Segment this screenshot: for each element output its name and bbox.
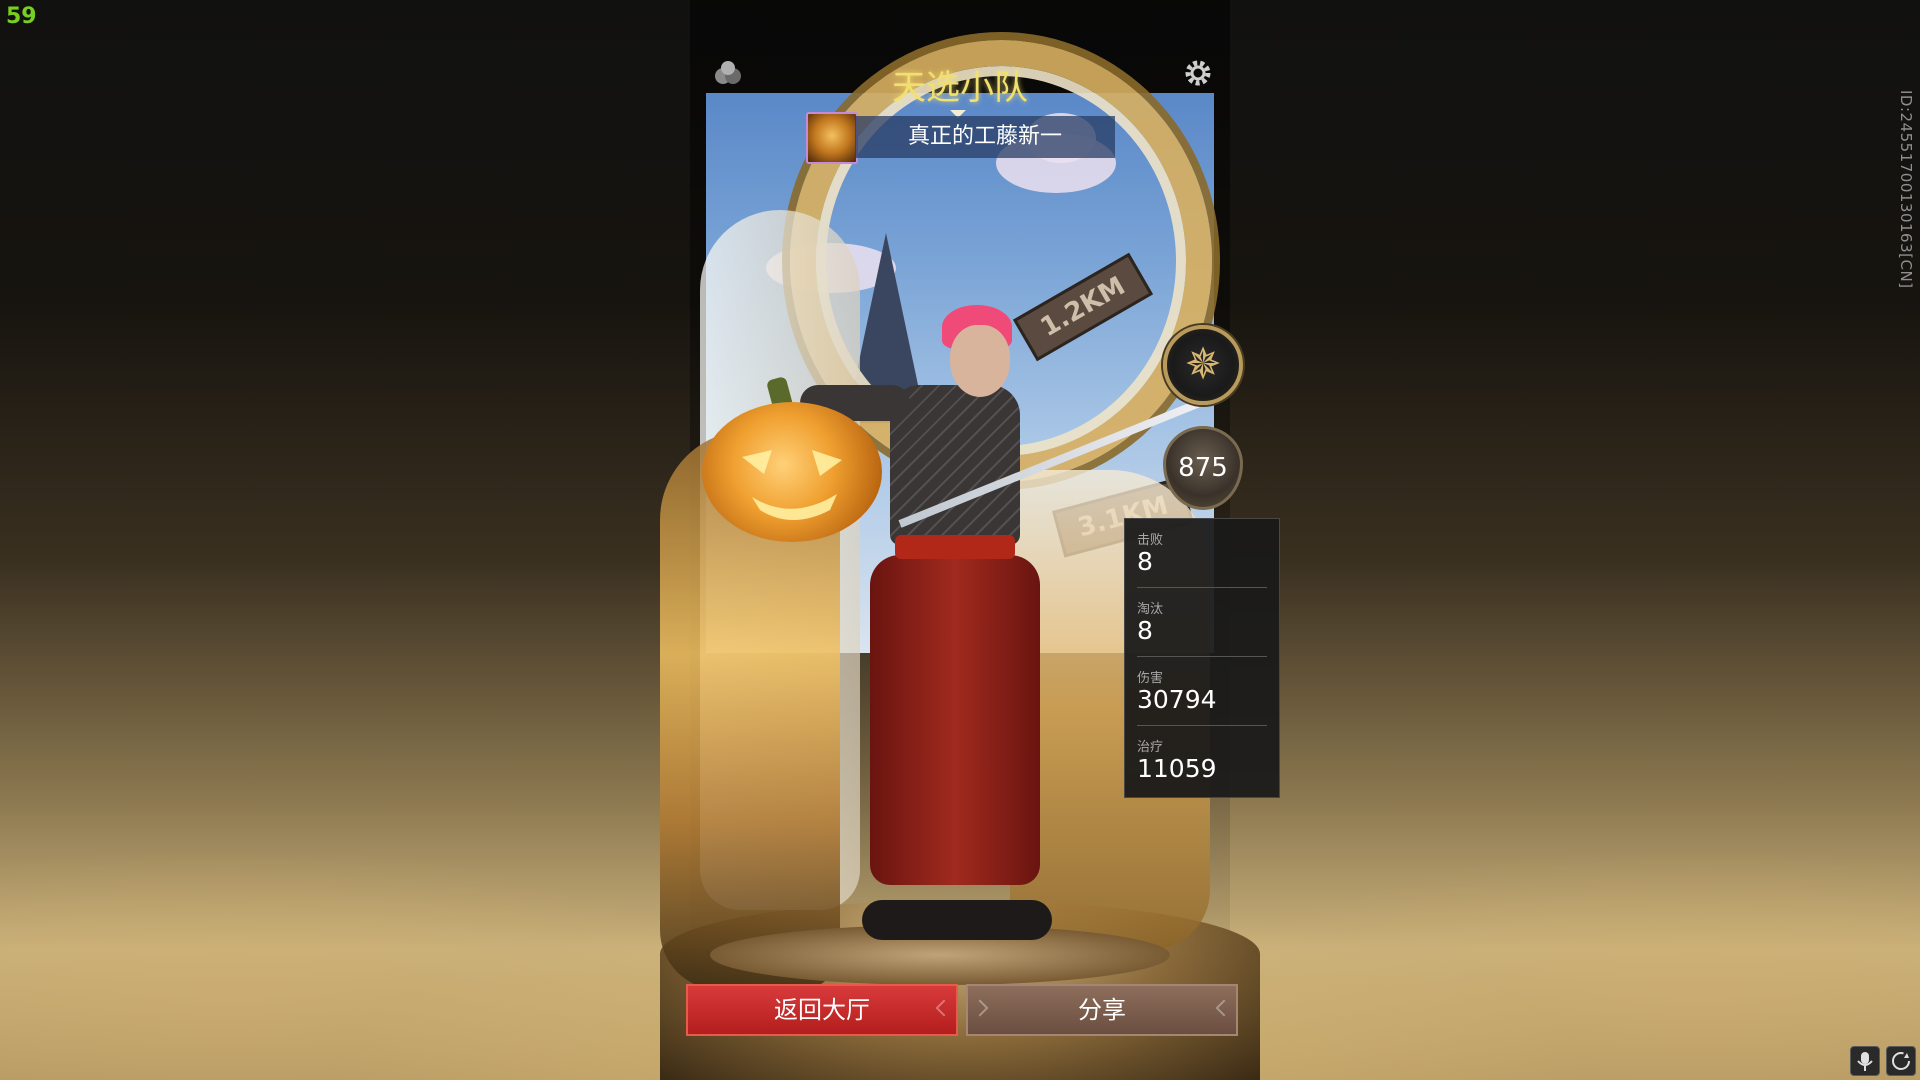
stat-label: 伤害 [1137, 671, 1164, 686]
stat-value: 8 [1137, 616, 1153, 645]
fps-counter: 59 [6, 4, 37, 29]
stat-label: 治疗 [1137, 740, 1164, 755]
stat-row-eliminations: 淘汰 8 [1137, 588, 1267, 657]
stat-value: 8 [1137, 547, 1153, 576]
team-icon[interactable] [713, 60, 743, 86]
share-label: 分享 [1078, 996, 1126, 1024]
character-shoes [862, 900, 1052, 940]
avatar[interactable] [806, 112, 858, 164]
star-icon: ✵ [1184, 339, 1222, 390]
chevron-left-icon [1215, 999, 1233, 1017]
pumpkin-face-icon [742, 450, 842, 520]
microphone-icon[interactable] [1850, 1046, 1880, 1076]
character-head [950, 325, 1010, 397]
refresh-icon[interactable] [1886, 1046, 1916, 1076]
character-belt [895, 535, 1015, 559]
return-to-lobby-label: 返回大厅 [774, 996, 870, 1024]
score-badge: 875 [1163, 426, 1243, 510]
stat-label: 淘汰 [1137, 602, 1164, 617]
stats-panel: 击败 8 淘汰 8 伤害 30794 治疗 11059 [1124, 518, 1280, 798]
chevron-left-icon [935, 999, 953, 1017]
stat-row-healing: 治疗 11059 [1137, 726, 1267, 794]
player-id-label: ID:2455170013016​3[CN] [1897, 90, 1915, 289]
chevron-right-icon [971, 999, 989, 1017]
stat-value: 11059 [1137, 754, 1217, 783]
jack-o-lantern [702, 402, 882, 542]
stat-row-damage: 伤害 30794 [1137, 657, 1267, 726]
return-to-lobby-button[interactable]: 返回大厅 [686, 984, 958, 1036]
stat-value: 30794 [1137, 685, 1217, 714]
character-pants [870, 555, 1040, 885]
team-title: 天选小队 [892, 68, 1028, 108]
settings-gear-icon[interactable] [1183, 58, 1213, 88]
rank-emblem-icon[interactable]: ✵ [1163, 325, 1243, 405]
player-name: 真正的工藤新一 [855, 116, 1115, 158]
game-results-screen: 59 ID:2455170013016​3[CN] 1.2KM 3.1KM [0, 0, 1920, 1080]
stat-label: 击败 [1137, 533, 1164, 548]
share-button[interactable]: 分享 [966, 984, 1238, 1036]
stat-row-defeats: 击败 8 [1137, 519, 1267, 588]
